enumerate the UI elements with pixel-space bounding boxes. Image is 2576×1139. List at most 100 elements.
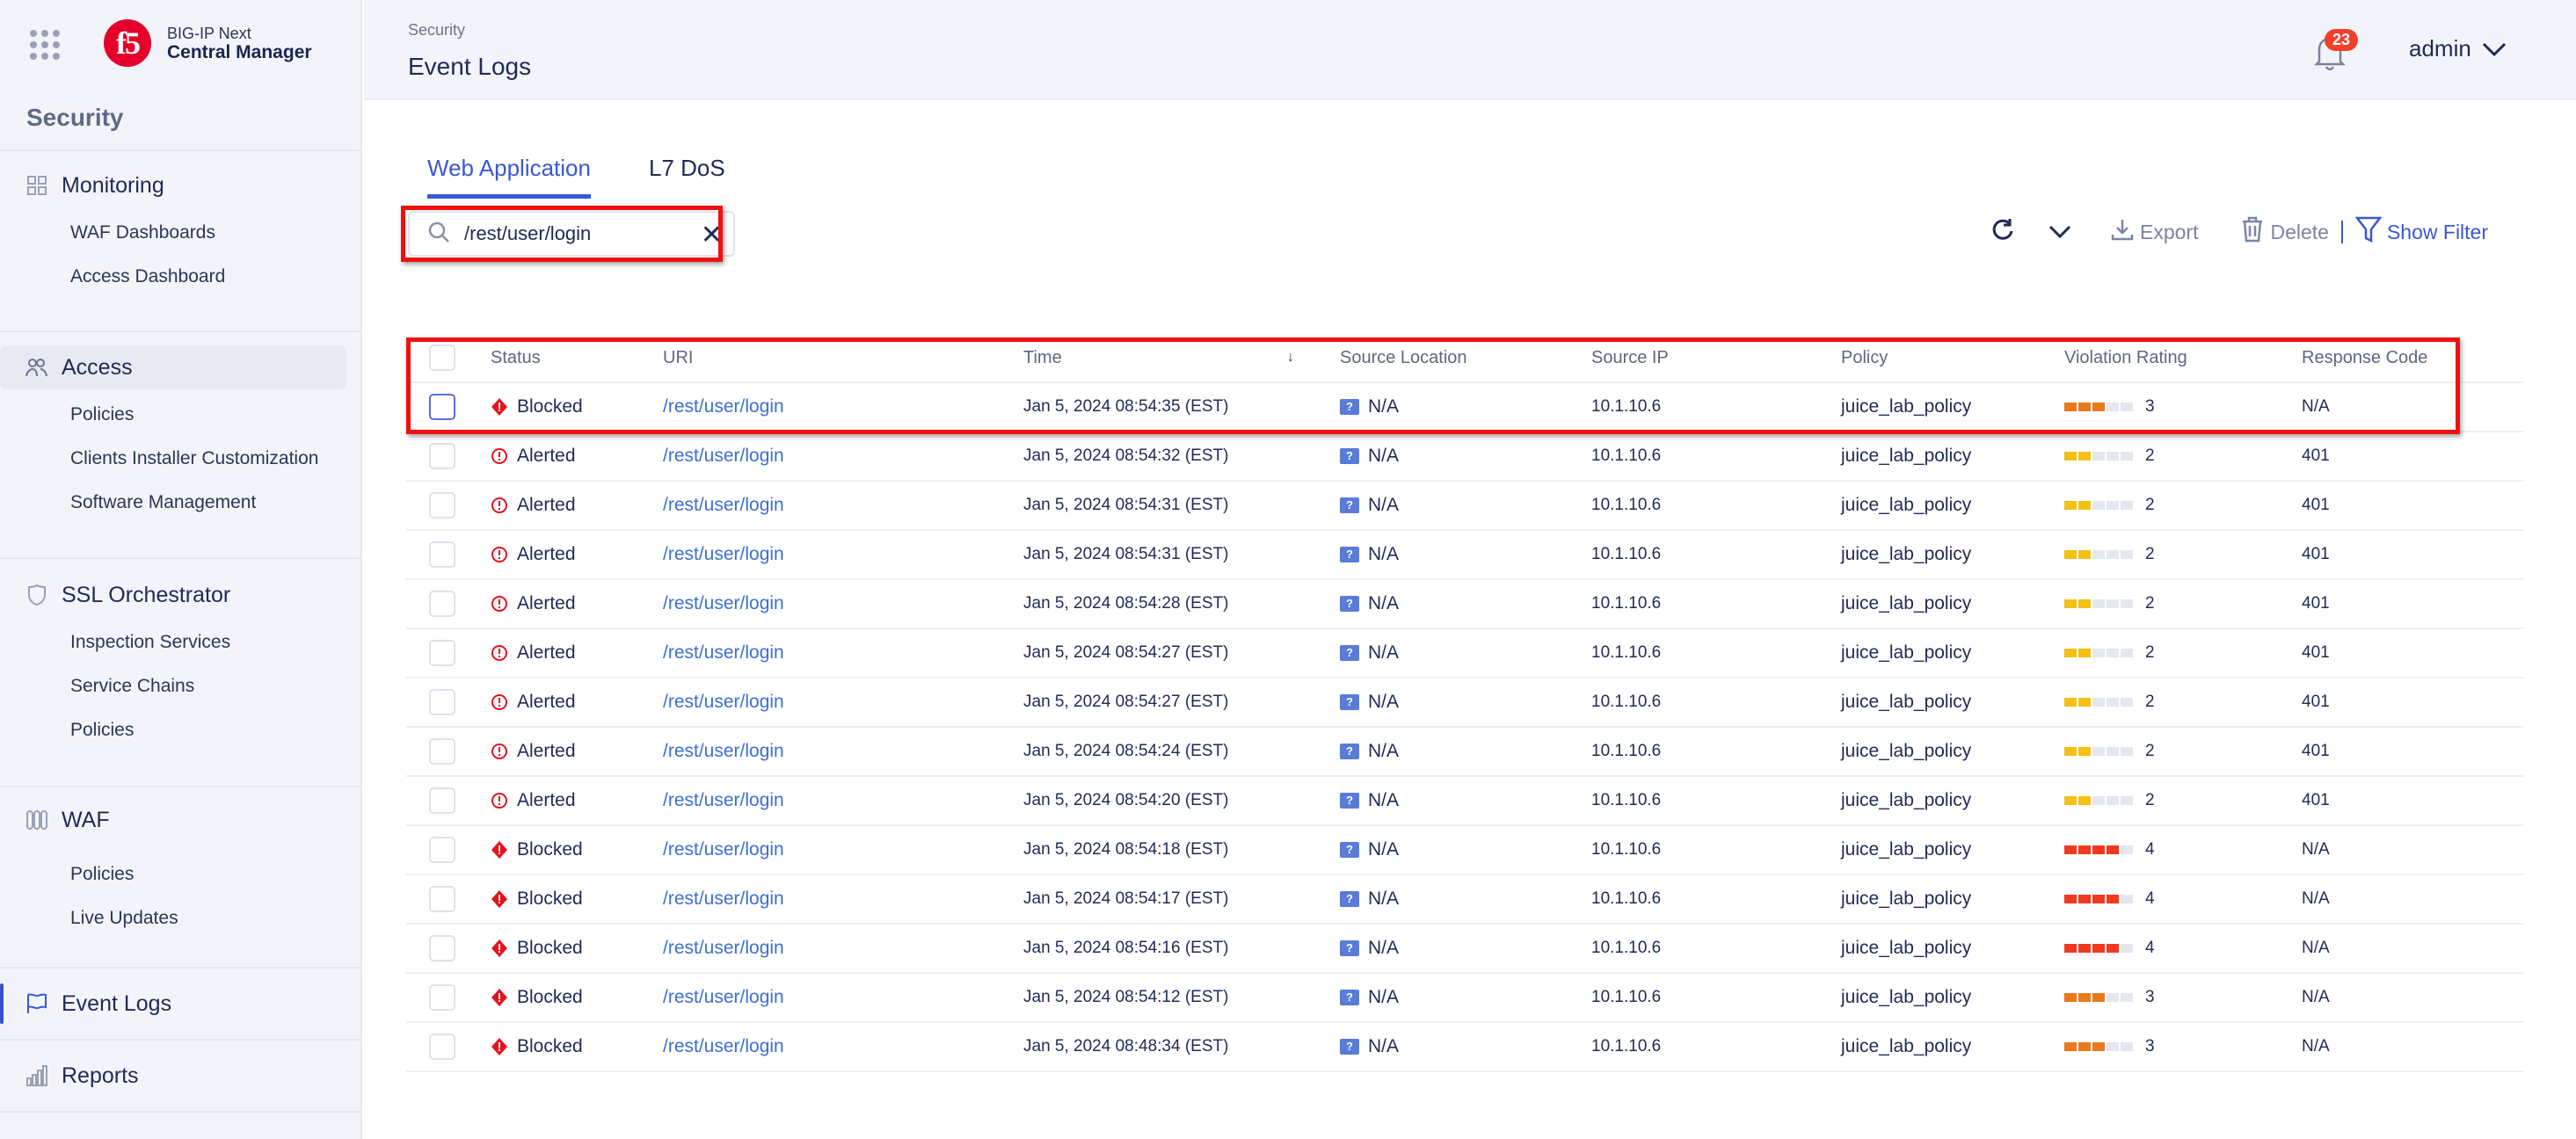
row-checkbox[interactable]: [429, 984, 455, 1011]
column-header-violation-rating[interactable]: Violation Rating: [2064, 348, 2302, 368]
sidebar-item-ssl-orchestrator[interactable]: SSL Orchestrator: [0, 573, 362, 617]
uri-link[interactable]: /rest/user/login: [663, 839, 784, 860]
rating-segment: [2064, 599, 2077, 608]
sidebar-item-monitoring[interactable]: Monitoring: [0, 163, 362, 207]
select-all-checkbox[interactable]: [429, 345, 455, 371]
row-checkbox[interactable]: [429, 541, 455, 568]
column-header-time[interactable]: Time: [1023, 348, 1287, 368]
chevron-down-icon: [2482, 35, 2507, 62]
user-menu[interactable]: admin: [2409, 35, 2507, 62]
uri-link[interactable]: /rest/user/login: [663, 790, 784, 811]
column-header-uri[interactable]: URI: [663, 348, 1023, 368]
column-header-status[interactable]: Status: [491, 348, 663, 368]
column-header-policy[interactable]: Policy: [1841, 348, 2064, 368]
sidebar-subitem-access-dashboard[interactable]: Access Dashboard: [0, 255, 362, 299]
row-checkbox[interactable]: [429, 935, 455, 961]
status-cell: Alerted: [491, 446, 663, 467]
sidebar-subitem-software-management[interactable]: Software Management: [0, 481, 362, 525]
sidebar-subitem-waf-dashboards[interactable]: WAF Dashboards: [0, 211, 362, 255]
rating-segment: [2121, 796, 2133, 805]
table-row[interactable]: Alerted/rest/user/login Jan 5, 2024 08:54…: [406, 678, 2523, 728]
row-checkbox[interactable]: [429, 640, 455, 666]
row-checkbox[interactable]: [429, 492, 455, 519]
uri-link[interactable]: /rest/user/login: [663, 889, 784, 910]
table-row[interactable]: Blocked/rest/user/login Jan 5, 2024 08:48…: [406, 1023, 2523, 1072]
table-row[interactable]: Alerted/rest/user/login Jan 5, 2024 08:54…: [406, 777, 2523, 826]
uri-link[interactable]: /rest/user/login: [663, 446, 784, 467]
clear-search-icon[interactable]: ✕: [701, 220, 723, 250]
violation-rating-cell: 2: [2064, 791, 2302, 810]
sidebar-subitem-live-updates[interactable]: Live Updates: [0, 896, 362, 940]
violation-rating-cell: 3: [2064, 397, 2302, 417]
breadcrumb[interactable]: Security: [408, 21, 465, 40]
row-checkbox[interactable]: [429, 837, 455, 863]
uri-link[interactable]: /rest/user/login: [663, 741, 784, 762]
column-header-source-location[interactable]: Source Location: [1340, 348, 1591, 368]
table-row[interactable]: Alerted/rest/user/login Jan 5, 2024 08:54…: [406, 580, 2523, 629]
source-location-cell: ? N/A: [1340, 544, 1591, 565]
rating-segment: [2078, 501, 2091, 510]
uri-link[interactable]: /rest/user/login: [663, 692, 784, 713]
sidebar-subitem-access-policies[interactable]: Policies: [0, 393, 362, 437]
app-launcher-icon[interactable]: [30, 30, 60, 60]
uri-link[interactable]: /rest/user/login: [663, 593, 784, 614]
rating-segment: [2121, 698, 2133, 707]
column-header-response-code[interactable]: Response Code: [2302, 348, 2521, 368]
uri-link[interactable]: /rest/user/login: [663, 495, 784, 516]
time-cell: Jan 5, 2024 08:54:20 (EST): [1023, 791, 1229, 809]
table-row[interactable]: Alerted/rest/user/login Jan 5, 2024 08:54…: [406, 531, 2523, 580]
uri-link[interactable]: /rest/user/login: [663, 1036, 784, 1057]
table-row[interactable]: Blocked/rest/user/login Jan 5, 2024 08:54…: [406, 383, 2523, 432]
sidebar-subitem-service-chains[interactable]: Service Chains: [0, 664, 362, 708]
show-filter-button[interactable]: Show Filter: [2354, 215, 2488, 249]
search-input[interactable]: [464, 222, 693, 245]
table-row[interactable]: Blocked/rest/user/login Jan 5, 2024 08:54…: [406, 826, 2523, 875]
row-checkbox[interactable]: [429, 738, 455, 765]
rating-value: 2: [2145, 791, 2155, 809]
uri-link[interactable]: /rest/user/login: [663, 642, 784, 664]
source-ip-cell: 10.1.10.6: [1591, 939, 1662, 957]
refresh-button[interactable]: [1990, 217, 2015, 247]
uri-link[interactable]: /rest/user/login: [663, 544, 784, 565]
refresh-options-dropdown[interactable]: [2048, 221, 2071, 244]
sidebar-item-reports[interactable]: Reports: [0, 1054, 362, 1098]
column-header-source-ip[interactable]: Source IP: [1591, 348, 1841, 368]
brand-subtitle: BIG-IP Next: [167, 25, 251, 42]
rating-value: 3: [2145, 397, 2155, 416]
export-button[interactable]: Export: [2110, 217, 2198, 247]
source-location-cell: ? N/A: [1340, 741, 1591, 762]
sidebar-subitem-waf-policies[interactable]: Policies: [0, 852, 362, 896]
policy-cell: juice_lab_policy: [1841, 642, 1972, 663]
country-flag-icon: ?: [1340, 399, 1359, 415]
uri-link[interactable]: /rest/user/login: [663, 987, 784, 1008]
row-checkbox[interactable]: [429, 886, 455, 912]
country-flag-icon: ?: [1340, 547, 1359, 562]
table-row[interactable]: Blocked/rest/user/login Jan 5, 2024 08:54…: [406, 875, 2523, 925]
uri-link[interactable]: /rest/user/login: [663, 938, 784, 959]
row-checkbox[interactable]: [429, 591, 455, 617]
row-checkbox[interactable]: [429, 787, 455, 814]
sidebar-item-access[interactable]: Access: [0, 345, 346, 389]
uri-link[interactable]: /rest/user/login: [663, 396, 784, 417]
export-label: Export: [2140, 220, 2199, 243]
table-row[interactable]: Alerted/rest/user/login Jan 5, 2024 08:54…: [406, 432, 2523, 482]
rating-segment: [2064, 403, 2077, 411]
tab-web-application[interactable]: Web Application: [427, 155, 591, 199]
table-row[interactable]: Blocked/rest/user/login Jan 5, 2024 08:54…: [406, 925, 2523, 974]
sidebar-subitem-ssl-policies[interactable]: Policies: [0, 708, 362, 752]
sort-descending-icon[interactable]: ↓: [1287, 350, 1340, 366]
table-row[interactable]: Alerted/rest/user/login Jan 5, 2024 08:54…: [406, 482, 2523, 531]
sidebar-item-event-logs[interactable]: Event Logs: [0, 982, 362, 1026]
table-row[interactable]: Alerted/rest/user/login Jan 5, 2024 08:54…: [406, 629, 2523, 678]
row-checkbox[interactable]: [429, 689, 455, 715]
sidebar-subitem-inspection-services[interactable]: Inspection Services: [0, 620, 362, 664]
table-row[interactable]: Alerted/rest/user/login Jan 5, 2024 08:54…: [406, 728, 2523, 777]
row-checkbox[interactable]: [429, 443, 455, 469]
row-checkbox[interactable]: [429, 394, 455, 420]
sidebar-item-waf[interactable]: WAF: [0, 798, 362, 842]
tab-l7-dos[interactable]: L7 DoS: [649, 155, 725, 199]
table-row[interactable]: Blocked/rest/user/login Jan 5, 2024 08:54…: [406, 974, 2523, 1023]
sidebar-subitem-clients-installer[interactable]: Clients Installer Customization: [0, 437, 362, 481]
delete-button[interactable]: Delete: [2240, 216, 2329, 248]
row-checkbox[interactable]: [429, 1034, 455, 1060]
